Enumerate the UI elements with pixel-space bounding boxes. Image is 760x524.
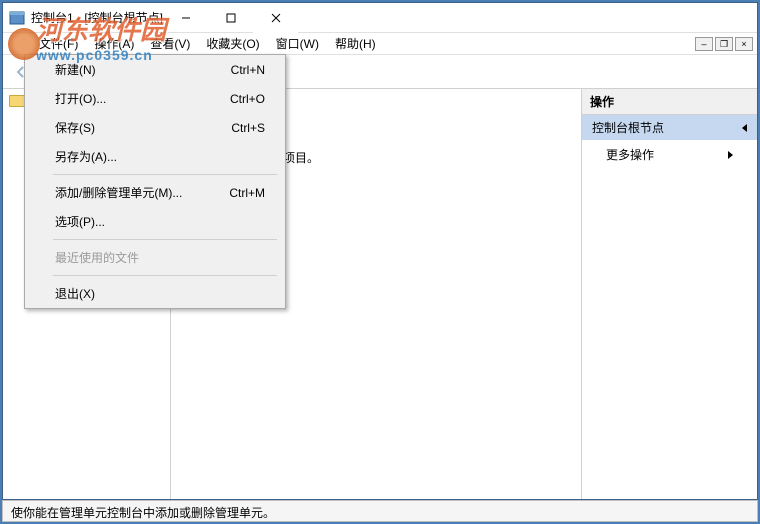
menu-addremove-shortcut: Ctrl+M (229, 186, 265, 200)
menu-new-label: 新建(N) (55, 61, 96, 78)
titlebar: 控制台1 - [控制台根节点] (3, 3, 757, 33)
menu-saveas-label: 另存为(A)... (55, 148, 117, 165)
menu-open[interactable]: 打开(O)... Ctrl+O (25, 84, 285, 113)
menu-add-remove-snapin[interactable]: 添加/删除管理单元(M)... Ctrl+M (25, 178, 285, 207)
action-section[interactable]: 控制台根节点 (582, 115, 757, 140)
folder-icon (9, 95, 25, 107)
action-more-label: 更多操作 (606, 146, 654, 163)
menu-recent-files: 最近使用的文件 (25, 243, 285, 272)
maximize-button[interactable] (208, 3, 253, 33)
statusbar-text: 使你能在管理单元控制台中添加或删除管理单元。 (11, 506, 275, 520)
minimize-button[interactable] (163, 3, 208, 33)
statusbar: 使你能在管理单元控制台中添加或删除管理单元。 (2, 500, 758, 522)
menu-view[interactable]: 查看(V) (142, 33, 198, 54)
action-more[interactable]: 更多操作 (582, 140, 757, 169)
separator (53, 239, 277, 240)
menu-save[interactable]: 保存(S) Ctrl+S (25, 113, 285, 142)
titlebar-text: 控制台1 - [控制台根节点] (31, 9, 163, 26)
menu-window[interactable]: 窗口(W) (268, 33, 327, 54)
menu-favorites[interactable]: 收藏夹(O) (198, 33, 267, 54)
menubar: 文件(F) 操作(A) 查看(V) 收藏夹(O) 窗口(W) 帮助(H) (3, 33, 757, 55)
close-button[interactable] (253, 3, 298, 33)
window-controls (163, 3, 298, 32)
menu-addremove-label: 添加/删除管理单元(M)... (55, 184, 182, 201)
separator (53, 174, 277, 175)
action-panel: 操作 控制台根节点 更多操作 (581, 89, 757, 499)
menu-save-label: 保存(S) (55, 119, 95, 136)
menu-new[interactable]: 新建(N) Ctrl+N (25, 55, 285, 84)
separator (53, 275, 277, 276)
menu-help[interactable]: 帮助(H) (327, 33, 384, 54)
submenu-icon (728, 151, 733, 159)
collapse-icon (742, 124, 747, 132)
menu-options-label: 选项(P)... (55, 213, 105, 230)
mdi-close[interactable]: × (735, 37, 753, 51)
menu-action[interactable]: 操作(A) (86, 33, 142, 54)
menu-new-shortcut: Ctrl+N (231, 63, 265, 77)
app-icon (9, 10, 25, 26)
menu-file[interactable]: 文件(F) (31, 33, 86, 54)
mdi-controls: – ❐ × (695, 37, 753, 51)
menu-open-shortcut: Ctrl+O (230, 92, 265, 106)
action-section-label: 控制台根节点 (592, 119, 664, 136)
menu-save-shortcut: Ctrl+S (231, 121, 265, 135)
file-dropdown: 新建(N) Ctrl+N 打开(O)... Ctrl+O 保存(S) Ctrl+… (24, 54, 286, 309)
menu-exit-label: 退出(X) (55, 285, 95, 302)
menu-open-label: 打开(O)... (55, 90, 106, 107)
action-header: 操作 (582, 89, 757, 115)
menu-saveas[interactable]: 另存为(A)... (25, 142, 285, 171)
menu-recent-label: 最近使用的文件 (55, 249, 139, 266)
mdi-minimize[interactable]: – (695, 37, 713, 51)
menu-exit[interactable]: 退出(X) (25, 279, 285, 308)
menu-options[interactable]: 选项(P)... (25, 207, 285, 236)
mdi-restore[interactable]: ❐ (715, 37, 733, 51)
